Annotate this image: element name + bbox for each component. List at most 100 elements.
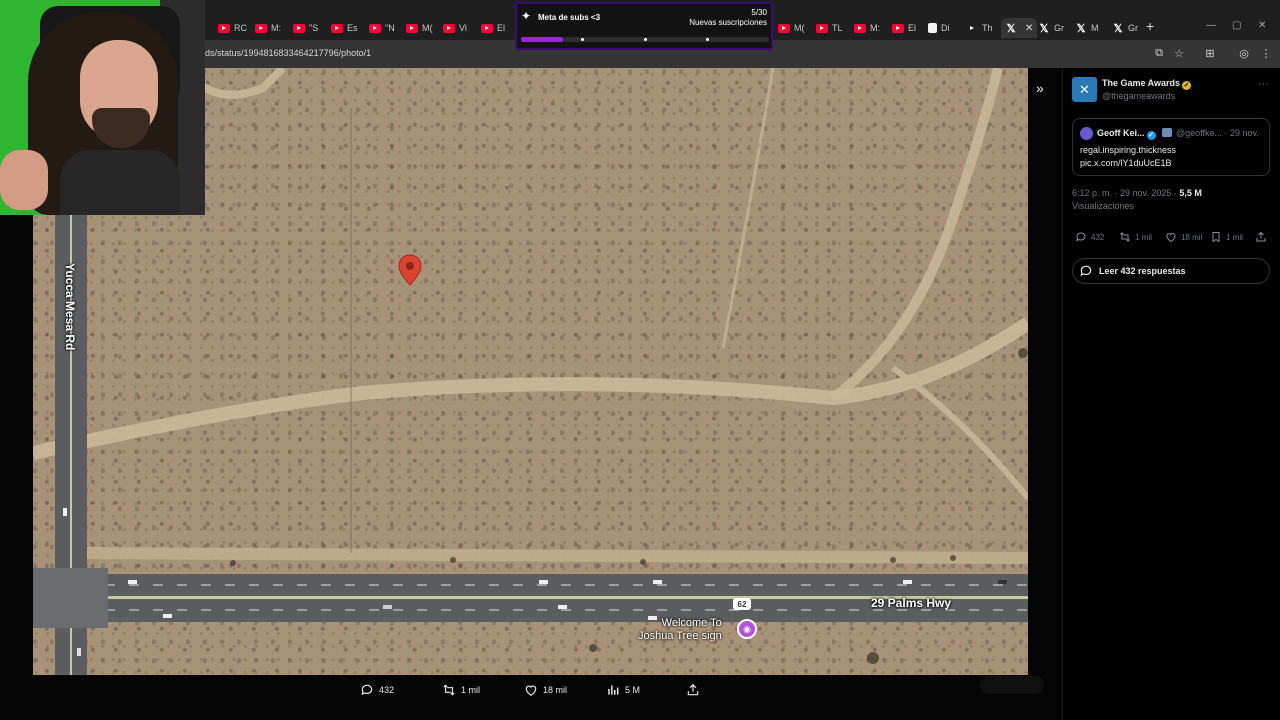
sidebar-share-button[interactable] (1255, 231, 1267, 243)
youtube-icon (778, 23, 790, 33)
sidebar-reply-button[interactable]: 432 (1075, 231, 1104, 243)
reply-button[interactable]: 432 (360, 683, 394, 697)
x-logo-icon: 𝕏 (1039, 22, 1049, 35)
browser-tab-label: Di (941, 23, 950, 33)
browser-tab-label: M( (422, 23, 433, 33)
minimize-icon[interactable]: — (1206, 20, 1216, 31)
browser-tab[interactable]: "N (369, 18, 395, 38)
quoted-link[interactable]: pic.x.com/lY1duUcE1B (1080, 157, 1176, 170)
sub-goal-title: Meta de subs <3 (538, 13, 601, 22)
share-button[interactable] (686, 683, 700, 697)
camera-pin-icon[interactable]: ◉ (737, 619, 757, 639)
browser-tab[interactable]: El (481, 18, 505, 38)
browser-tab[interactable]: Di (928, 18, 950, 38)
share-icon (687, 683, 699, 696)
youtube-icon (293, 23, 305, 33)
account-avatar[interactable]: ✕ (1072, 77, 1097, 102)
profile-icon[interactable]: ◎ (1237, 46, 1251, 60)
browser-tab[interactable]: RC (218, 18, 247, 38)
share-icon (1256, 231, 1266, 242)
youtube-icon (481, 23, 493, 33)
sidebar-repost-button[interactable]: 1 mil (1119, 231, 1152, 243)
browser-tab[interactable]: M( (406, 18, 433, 38)
browser-tab-label: El (908, 23, 917, 33)
reply-icon (361, 684, 373, 696)
reply-icon (1076, 232, 1086, 242)
progress-marker (706, 38, 709, 41)
faint-button (980, 676, 1044, 694)
quoted-text-line: regal.inspiring.thickness (1080, 145, 1177, 155)
repost-button[interactable]: 1 mil (442, 683, 480, 697)
browser-tab[interactable]: Es (331, 18, 358, 38)
like-button[interactable]: 18 mil (524, 683, 567, 697)
more-options-icon[interactable]: ··· (1258, 78, 1269, 90)
browser-tab[interactable]: 𝕏M (1075, 18, 1099, 38)
sidebar-like-button[interactable]: 18 mil (1165, 231, 1202, 243)
browser-tab-label: El (497, 23, 506, 33)
quoted-text: regal.inspiring.thickness pic.x.com/lY1d… (1080, 144, 1176, 170)
location-pin-icon[interactable] (398, 254, 422, 286)
browser-tab-label: M: (271, 23, 281, 33)
browser-tab-label: Es (347, 23, 358, 33)
close-tab-icon[interactable]: ✕ (1025, 23, 1033, 34)
quoted-avatar (1080, 127, 1093, 140)
youtube-icon (331, 23, 343, 33)
views-button[interactable]: 5 M (606, 683, 640, 697)
bookmark-star-icon[interactable]: ☆ (1172, 46, 1186, 60)
road-label-yucca-mesa: Yucca Mesa Rd (63, 263, 77, 351)
sidebar-repost-count: 1 mil (1135, 232, 1152, 242)
browser-tab-label: "N (385, 23, 395, 33)
progress-marker (581, 38, 584, 41)
doc-icon (928, 23, 937, 33)
heart-icon (1166, 233, 1176, 243)
sub-goal-widget: ✦ Meta de subs <3 5/30 Nuevas suscripcio… (515, 2, 773, 50)
extensions-icon[interactable]: ⊞ (1203, 46, 1217, 60)
quoted-name: Geoff Kei... ✓ (1097, 128, 1156, 140)
poi-label: Welcome To Joshua Tree sign (638, 617, 722, 642)
new-tab-button[interactable]: + (1146, 18, 1154, 34)
browser-tab[interactable]: 𝕏 Gr (1038, 18, 1064, 38)
browser-tab[interactable]: 𝕏 Gr (1112, 18, 1138, 38)
browser-tab[interactable]: M: (854, 18, 880, 38)
streamer-hand (0, 150, 48, 210)
browser-tab[interactable]: M: (255, 18, 281, 38)
quoted-handle: @geoffke... · 29 nov. (1176, 128, 1259, 138)
streamer-shirt (60, 150, 180, 215)
x-logo-icon: 𝕏 (1113, 22, 1123, 35)
tweet-timestamp[interactable]: 6:12 p. m. · 29 nov. 2025 · (1072, 188, 1179, 198)
progress-marker (644, 38, 647, 41)
browser-tab[interactable]: Th (966, 18, 993, 38)
browser-tab[interactable]: M( (778, 18, 805, 38)
menu-icon[interactable]: ⋮ (1259, 46, 1273, 60)
browser-tab-label: Gr (1128, 23, 1138, 33)
install-app-icon[interactable]: ⧉ (1152, 46, 1166, 60)
youtube-icon (369, 23, 381, 33)
read-replies-button[interactable]: Leer 432 respuestas (1072, 258, 1270, 284)
maximize-icon[interactable]: ▢ (1232, 20, 1241, 31)
repost-icon (443, 684, 455, 696)
browser-tab[interactable]: "S (293, 18, 318, 38)
youtube-icon (218, 23, 230, 33)
url-text[interactable]: ds/status/1994816833464217796/photo/1 (205, 48, 371, 58)
youtube-icon (443, 23, 455, 33)
verified-badge-icon: ✓ (1146, 131, 1156, 140)
heart-icon (525, 685, 537, 696)
youtube-icon (854, 23, 866, 33)
bookmark-icon (1212, 232, 1220, 243)
collapse-sidebar-icon[interactable]: » (1036, 80, 1044, 96)
road-label-highway: 29 Palms Hwy (871, 596, 952, 610)
reply-icon (1080, 265, 1092, 277)
browser-tab[interactable]: Vi (443, 18, 467, 38)
sub-goal-count: 5/30 (751, 8, 767, 17)
close-window-icon[interactable]: ✕ (1258, 20, 1266, 31)
sidebar-bookmark-button[interactable]: 1 mil (1210, 231, 1243, 243)
reply-count: 432 (379, 685, 395, 695)
account-handle[interactable]: @thegameawards (1102, 91, 1175, 101)
browser-tab[interactable]: TL (816, 18, 843, 38)
repost-icon (1120, 232, 1130, 242)
views-chart-icon (608, 685, 619, 695)
browser-tab[interactable]: El (892, 18, 916, 38)
browser-tab-label: M( (794, 23, 805, 33)
account-name[interactable]: The Game Awards ✓ (1102, 78, 1192, 90)
browser-tab[interactable]: 𝕏 ✕ (1001, 18, 1038, 38)
